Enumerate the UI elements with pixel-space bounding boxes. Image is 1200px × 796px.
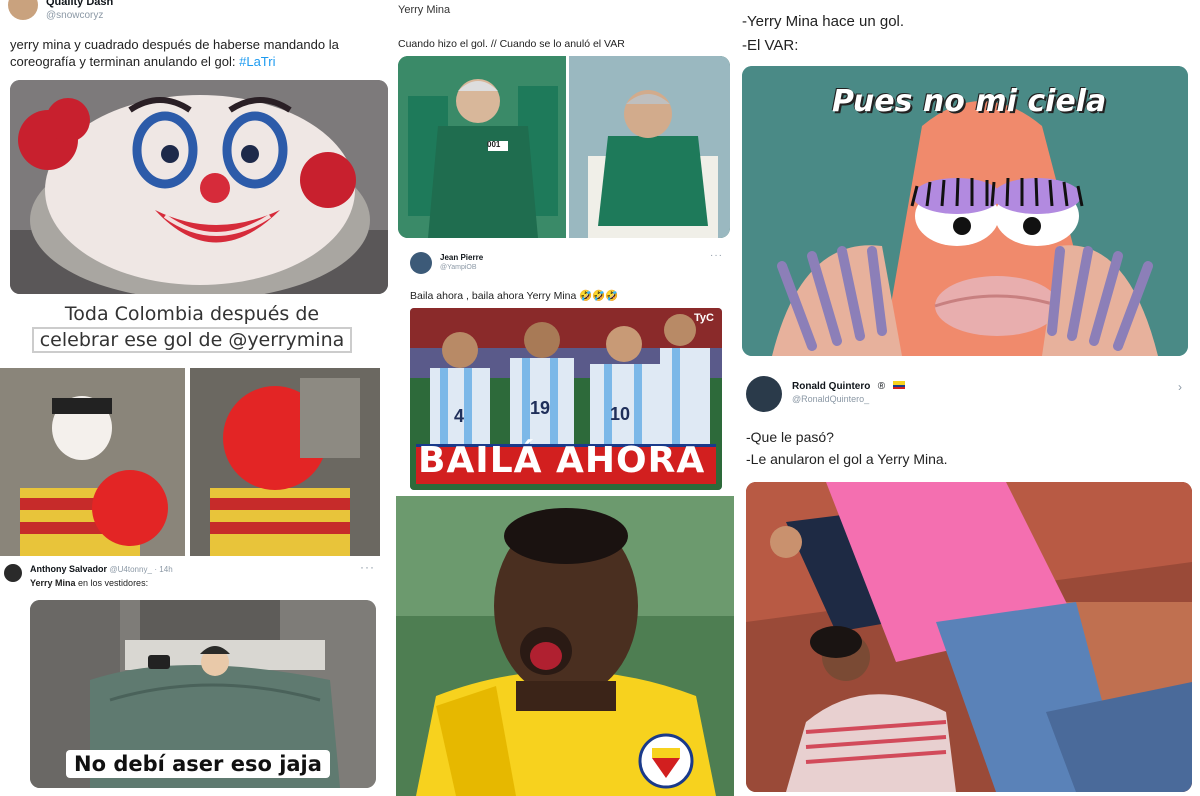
tweet-image-squid-game[interactable]: 001 [398, 56, 730, 238]
yerry-mina-photo [396, 496, 734, 796]
tweet-image-patrick[interactable]: Pues no mi ciela [742, 66, 1188, 356]
tweet-text-body: yerry mina y cuadrado después de haberse… [10, 37, 339, 69]
username[interactable]: Quality Dash [46, 0, 113, 9]
meme-caption: Pues no mi ciela [832, 84, 1107, 119]
tweet-header: Quality Dash @snowcoryz [46, 0, 113, 22]
column-divider [734, 0, 740, 796]
clown-cake-illustration [10, 80, 388, 294]
clown-illustration [0, 368, 380, 556]
username[interactable]: Ronald Quintero [792, 381, 870, 392]
tweet-image-clown-cake[interactable] [10, 80, 388, 294]
fainting-scene-illustration [746, 482, 1192, 792]
tweet-image-anime-bed[interactable]: No debí aser eso jaja [30, 600, 376, 788]
username[interactable]: Anthony Salvador [30, 564, 107, 574]
handle: @YampiOB [440, 264, 477, 271]
meme-caption-line2-wrap: celebrar ese gol de @yerrymina [0, 327, 384, 353]
tweet-text-bold: Yerry Mina [30, 578, 76, 588]
handle: @RonaldQuintero_ [792, 394, 870, 404]
avatar[interactable] [8, 0, 38, 20]
broadcaster-logo: TyC [694, 312, 714, 324]
tweet-image-baila-ahora[interactable]: 4 19 10 TyC BAILÁ AHORA [410, 308, 722, 490]
timestamp: · 14h [154, 565, 173, 574]
username[interactable]: Jean Pierre [440, 253, 483, 263]
tweet-header: Ronald Quintero ® @RonaldQuintero_ [792, 378, 905, 406]
jersey-number: 10 [610, 404, 631, 424]
handle: @U4tonny_ [109, 565, 152, 574]
avatar[interactable] [410, 252, 432, 274]
jersey-number: 19 [530, 398, 551, 418]
username-row: Ronald Quintero ® [792, 378, 905, 393]
tweet-card-jean-pierre: Jean Pierre @YampiOB ··· Baila ahora , b… [392, 244, 734, 494]
tweet-card-clown-cake: Quality Dash @snowcoryz yerry mina y cua… [0, 0, 392, 300]
tweet-card-anthony-salvador: Anthony Salvador @U4tonny_ · 14h ··· Yer… [0, 560, 384, 796]
tweet-text: Baila ahora , baila ahora Yerry Mina 🤣🤣🤣 [410, 290, 619, 302]
handle: @snowcoryz [46, 10, 104, 21]
meme-caption-box: Toda Colombia después de celebrar ese go… [0, 300, 384, 364]
tweet-card-patrick: -Yerry Mina hace un gol. -El VAR: Pues n… [734, 0, 1200, 366]
tweet-text: Yerry Mina en los vestidores: [30, 578, 148, 588]
meme-ronald-clown: Toda Colombia después de celebrar ese go… [0, 300, 384, 558]
username[interactable]: Yerry Mina [398, 4, 450, 16]
tweet-text: Cuando hizo el gol. // Cuando se lo anul… [398, 38, 625, 50]
meme-caption: No debí aser eso jaja [74, 752, 322, 776]
meme-caption-line1: Toda Colombia después de [64, 303, 320, 325]
more-options-icon[interactable]: ··· [360, 560, 375, 574]
jersey-number: 001 [487, 140, 501, 149]
more-options-icon[interactable]: › [1178, 380, 1183, 394]
tweet-card-ronald-quintero: Ronald Quintero ® @RonaldQuintero_ › -Qu… [734, 366, 1200, 796]
tweet-text-line2: -El VAR: [742, 37, 799, 54]
tweet-header: Anthony Salvador @U4tonny_ · 14h [30, 564, 173, 575]
tweet-header: Jean Pierre @YampiOB [440, 253, 483, 273]
tweet-text-line1: -Que le pasó? [746, 429, 834, 445]
tweet-text-line2: -Le anularon el gol a Yerry Mina. [746, 451, 948, 467]
tweet-card-squid-game: Yerry Mina Cuando hizo el gol. // Cuando… [392, 0, 734, 244]
tweet-text-line1: -Yerry Mina hace un gol. [742, 13, 905, 30]
jersey-number: 4 [454, 406, 465, 426]
photo-yerry-mina[interactable] [396, 496, 734, 796]
avatar[interactable] [746, 376, 782, 412]
hashtag-link[interactable]: #LaTri [239, 54, 275, 69]
more-options-icon[interactable]: ··· [710, 250, 723, 261]
meme-image-clown[interactable] [0, 368, 380, 556]
colombia-flag-icon [892, 381, 905, 389]
meme-caption-box: No debí aser eso jaja [66, 750, 330, 778]
avatar[interactable] [4, 564, 22, 582]
tweet-text-rest: en los vestidores: [75, 578, 149, 588]
verified-badge: ® [877, 381, 886, 392]
meme-caption-line2: celebrar ese gol de @yerrymina [31, 327, 353, 353]
squid-game-illustration [398, 56, 730, 238]
tweet-text: yerry mina y cuadrado después de haberse… [10, 36, 390, 70]
meme-caption: BAILÁ AHORA [418, 440, 706, 481]
tweet-image-fainting[interactable] [746, 482, 1192, 792]
column-divider [388, 0, 394, 796]
